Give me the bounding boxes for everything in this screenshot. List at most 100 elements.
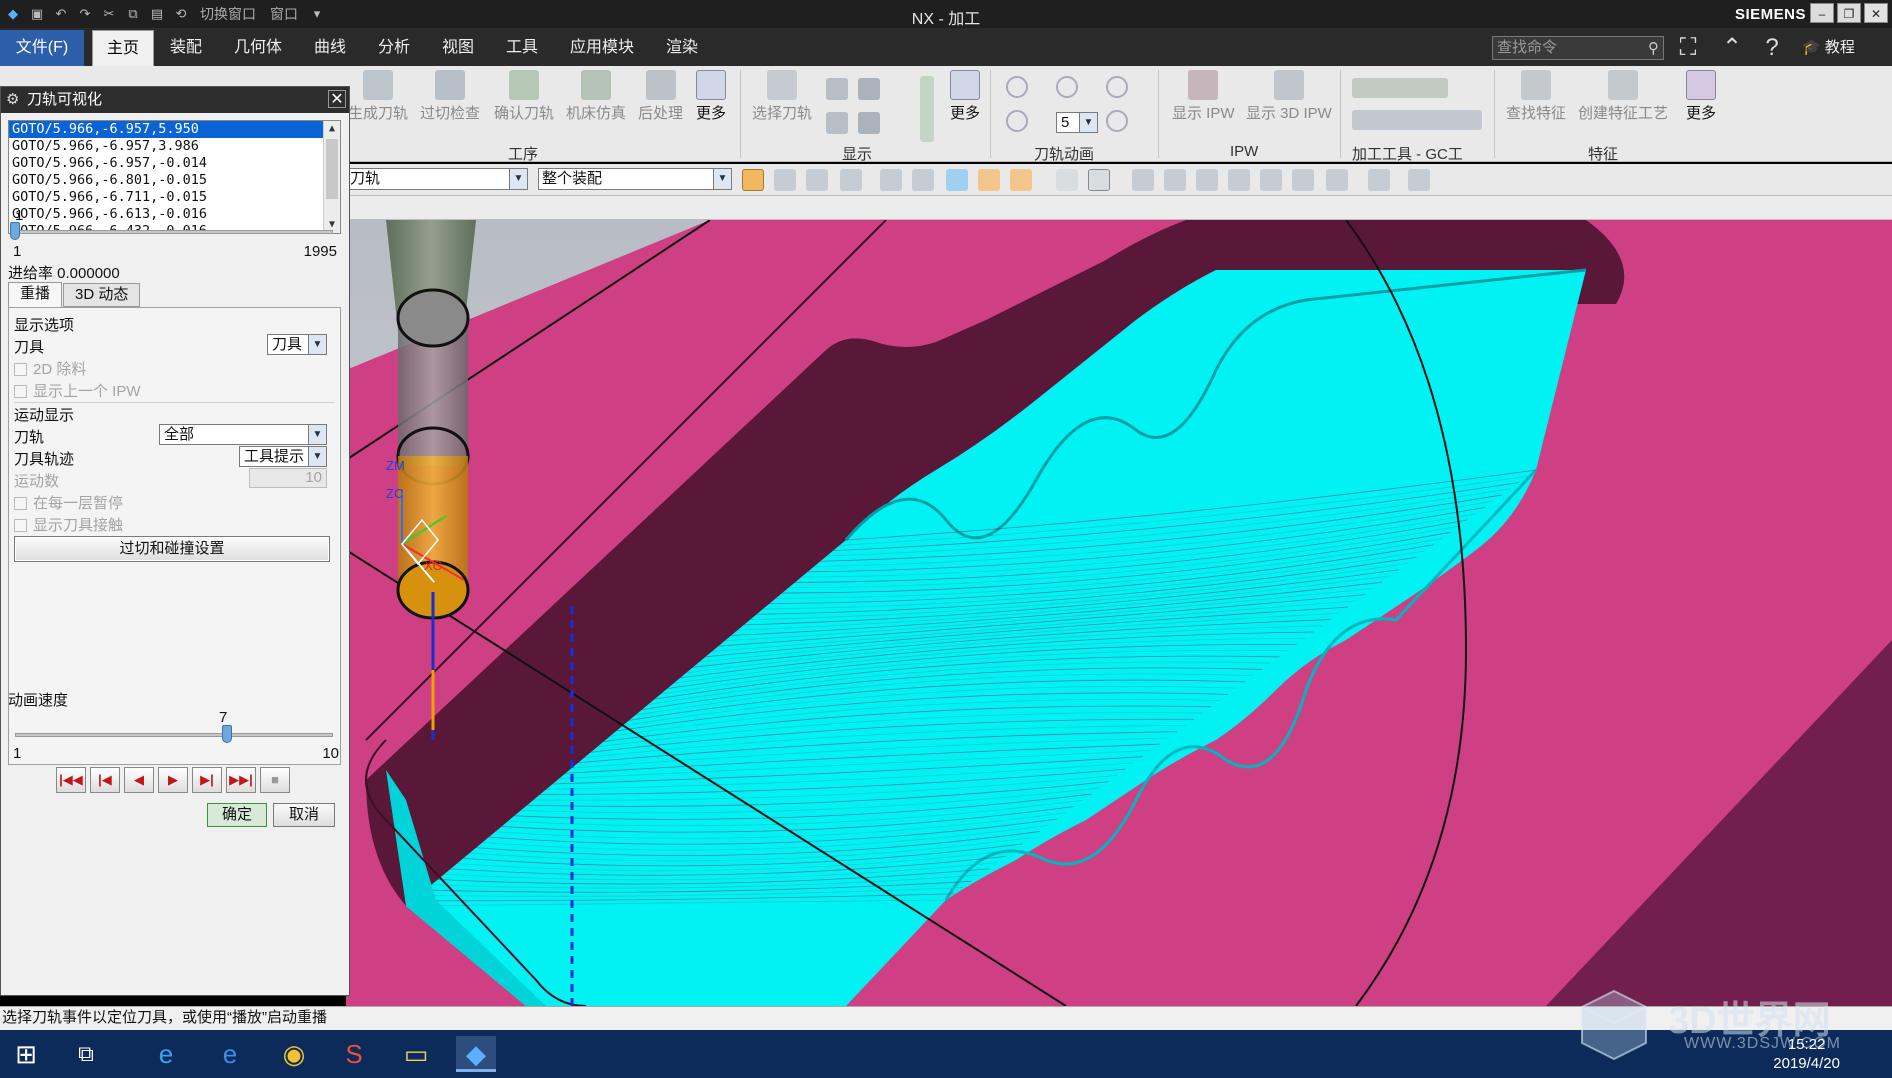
event-slider-thumb[interactable]: [10, 222, 20, 240]
motion-count-input[interactable]: 10: [249, 468, 327, 488]
help-icon[interactable]: ?: [1756, 32, 1788, 64]
fullscreen-icon[interactable]: ⛶: [1672, 32, 1704, 64]
tab-home[interactable]: 主页: [92, 30, 155, 66]
wps-office-icon[interactable]: S: [334, 1036, 374, 1072]
checkbox-box[interactable]: [14, 497, 27, 510]
rewind-icon[interactable]: [1006, 76, 1028, 98]
list-item[interactable]: GOTO/5.966,-6.613,-0.016: [9, 206, 340, 223]
nx-logo-icon[interactable]: ◆: [4, 5, 22, 23]
tab-file[interactable]: 文件(F): [0, 30, 84, 66]
show-previous-ipw-checkbox[interactable]: 显示上一个 IPW: [14, 380, 141, 401]
step-forward-icon[interactable]: [1106, 110, 1128, 132]
animation-speed-track[interactable]: [15, 733, 333, 737]
search-input[interactable]: 查找命令 ⚲: [1492, 36, 1664, 60]
step-forward-button[interactable]: ▶|: [192, 767, 222, 793]
step-back-icon[interactable]: [1006, 110, 1028, 132]
pause-icon[interactable]: [1056, 76, 1078, 98]
search-icon[interactable]: ⚲: [1648, 38, 1659, 60]
go-to-end-button[interactable]: ▶▶|: [226, 767, 256, 793]
postprocess-button[interactable]: 后处理: [638, 70, 683, 123]
chevron-down-icon[interactable]: ▼: [308, 425, 326, 444]
cut-icon[interactable]: ✂: [100, 5, 118, 23]
list-item[interactable]: GOTO/5.966,-6.801,-0.015: [9, 172, 340, 189]
collapse-ribbon-icon[interactable]: ⌃: [1716, 32, 1748, 64]
graphics-window[interactable]: ZM ZC XC: [346, 220, 1892, 1006]
edge-browser-icon[interactable]: e: [210, 1036, 250, 1072]
switch-window-button[interactable]: 切换窗口: [196, 5, 260, 23]
minimize-button[interactable]: –: [1810, 3, 1834, 23]
replay-icon[interactable]: [826, 112, 848, 134]
box-select-icon[interactable]: [978, 169, 1000, 191]
shaded-box-icon[interactable]: [1056, 169, 1078, 191]
animation-speed-thumb[interactable]: [222, 725, 232, 743]
scroll-up-icon[interactable]: ▲: [324, 121, 340, 137]
stop-button[interactable]: ■: [260, 767, 290, 793]
tab-tools[interactable]: 工具: [492, 30, 552, 66]
save-icon[interactable]: ▣: [28, 5, 46, 23]
remove-2d-checkbox[interactable]: 2D 除料: [14, 358, 86, 379]
type-filter-select[interactable]: 刀轨 ▼: [346, 168, 528, 190]
chevron-down-icon[interactable]: ▼: [308, 335, 326, 354]
machine-simulation-button[interactable]: 机床仿真: [566, 70, 626, 123]
file-explorer-icon[interactable]: ▭: [396, 1036, 436, 1072]
nx-app-icon[interactable]: ◆: [456, 1036, 496, 1072]
window-menu-button[interactable]: 窗口: [266, 5, 302, 23]
step-back-button[interactable]: |◀: [90, 767, 120, 793]
restore-button[interactable]: ❐: [1837, 3, 1861, 23]
shaded-cube-icon[interactable]: [1368, 169, 1390, 191]
scroll-thumb[interactable]: [326, 139, 338, 199]
gouge-check-button[interactable]: 过切检查: [420, 70, 480, 123]
chevron-down-icon[interactable]: ▼: [1079, 113, 1097, 132]
tool-display-select[interactable]: 刀具 ▼: [267, 334, 327, 355]
create-feature-process-button[interactable]: 创建特征工艺: [1578, 70, 1668, 123]
repeat-command-icon[interactable]: ⟲: [172, 5, 190, 23]
list-icon[interactable]: [858, 112, 880, 134]
tool-trace-select[interactable]: 工具提示 ▼: [239, 446, 327, 467]
wireframe-box-icon[interactable]: [1088, 169, 1110, 191]
crosshair-select-icon[interactable]: [1010, 169, 1032, 191]
select-body-icon[interactable]: [742, 169, 764, 191]
checkbox-box[interactable]: [14, 385, 27, 398]
more-operations-button[interactable]: 更多: [696, 70, 726, 123]
tab-view[interactable]: 视图: [428, 30, 488, 66]
close-icon[interactable]: ✕: [328, 90, 346, 108]
selection-scope-select[interactable]: 整个装配 ▼: [538, 168, 732, 190]
pause-each-layer-checkbox[interactable]: 在每一层暂停: [14, 492, 123, 513]
paste-icon[interactable]: ▤: [148, 5, 166, 23]
list-item[interactable]: GOTO/5.966,-6.711,-0.015: [9, 189, 340, 206]
display-tool-icon[interactable]: [826, 78, 848, 100]
tab-3d-dynamic[interactable]: 3D 动态: [63, 283, 141, 307]
snap-point-icon[interactable]: [774, 169, 796, 191]
chevron-down-icon[interactable]: ▼: [509, 169, 527, 189]
step-arrows-icon[interactable]: [920, 76, 934, 142]
find-feature-button[interactable]: 查找特征: [1506, 70, 1566, 123]
chevron-down-icon[interactable]: ▼: [713, 169, 731, 189]
gc-tools-row2-icon[interactable]: [1352, 110, 1482, 130]
checkbox-box[interactable]: [14, 363, 27, 376]
tab-replay[interactable]: 重播: [8, 282, 63, 308]
gouge-collision-settings-button[interactable]: 过切和碰撞设置: [14, 536, 330, 562]
play-backward-button[interactable]: ◀: [124, 767, 154, 793]
windows-start-icon[interactable]: ⊞: [6, 1036, 46, 1072]
clip-section-icon[interactable]: [1326, 169, 1348, 191]
play-icon[interactable]: [1106, 76, 1128, 98]
toolpath-event-list[interactable]: GOTO/5.966,-6.957,5.950 GOTO/5.966,-6.95…: [8, 120, 341, 234]
chrome-browser-icon[interactable]: ◉: [274, 1036, 314, 1072]
fit-view-icon[interactable]: [1292, 169, 1314, 191]
rotate-icon[interactable]: [1196, 169, 1218, 191]
play-forward-button[interactable]: ▶: [158, 767, 188, 793]
tab-render[interactable]: 渲染: [652, 30, 712, 66]
pan-icon[interactable]: [1164, 169, 1186, 191]
layer-settings-icon[interactable]: [1408, 169, 1430, 191]
more-features-button[interactable]: 更多: [1686, 70, 1716, 123]
close-window-button[interactable]: ✕: [1864, 3, 1888, 23]
tab-assembly[interactable]: 装配: [156, 30, 216, 66]
tutorial-link[interactable]: 🎓 教程: [1802, 36, 1855, 57]
redo-icon[interactable]: ↷: [76, 5, 94, 23]
event-list-scrollbar[interactable]: ▲ ▼: [323, 121, 340, 233]
cancel-button[interactable]: 取消: [273, 803, 335, 827]
display-holder-icon[interactable]: [858, 78, 880, 100]
chevron-down-icon[interactable]: ▼: [308, 447, 326, 466]
chevron-down-icon[interactable]: ▾: [308, 5, 326, 23]
filter-icon[interactable]: [806, 169, 828, 191]
